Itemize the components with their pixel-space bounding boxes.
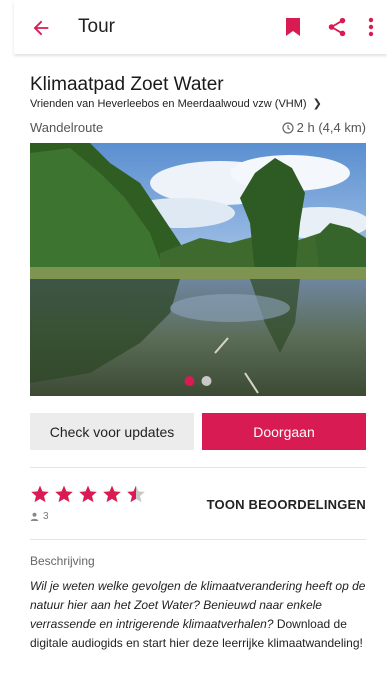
star-full-icon: [79, 485, 97, 503]
carousel-dot-2[interactable]: [201, 376, 212, 386]
carousel-indicator: [184, 376, 212, 386]
organizer-link[interactable]: Vrienden van Heverleebos en Meerdaalwoud…: [30, 97, 322, 111]
tour-photo: [30, 143, 366, 396]
route-duration: 2 h (4,4 km): [282, 120, 366, 135]
review-count: 3: [30, 511, 49, 522]
bookmark-icon[interactable]: [286, 18, 300, 36]
description-text: Wil je weten welke gevolgen de klimaatve…: [30, 577, 366, 653]
star-full-icon: [31, 485, 49, 503]
share-icon[interactable]: [326, 16, 348, 38]
check-updates-button[interactable]: Check voor updates: [30, 413, 194, 450]
tour-photo-carousel[interactable]: [30, 143, 366, 396]
app-bar: Tour: [14, 0, 387, 54]
person-icon: [30, 512, 39, 521]
clock-icon: [282, 121, 294, 134]
back-arrow-icon[interactable]: [30, 17, 52, 39]
star-full-icon: [55, 485, 73, 503]
star-half-icon: [127, 485, 145, 503]
star-rating: [30, 484, 146, 504]
action-buttons: Check voor updates Doorgaan: [30, 413, 366, 450]
show-reviews-button[interactable]: TOON BEOORDELINGEN: [207, 497, 366, 512]
duration-text: 2 h (4,4 km): [296, 120, 366, 135]
carousel-dot-1[interactable]: [184, 376, 195, 386]
divider: [30, 467, 366, 468]
tour-title: Klimaatpad Zoet Water: [30, 74, 224, 95]
page-title: Tour: [78, 16, 115, 37]
organizer-name: Vrienden van Heverleebos en Meerdaalwoud…: [30, 97, 307, 110]
route-info-row: Wandelroute 2 h (4,4 km): [30, 120, 366, 135]
description-label: Beschrijving: [30, 554, 95, 568]
chevron-right-icon: ❯: [312, 98, 322, 110]
review-count-value: 3: [43, 511, 49, 522]
continue-button[interactable]: Doorgaan: [202, 413, 366, 450]
star-full-icon: [103, 485, 121, 503]
divider: [30, 539, 366, 540]
more-vert-icon[interactable]: [366, 16, 376, 38]
route-type: Wandelroute: [30, 120, 104, 135]
